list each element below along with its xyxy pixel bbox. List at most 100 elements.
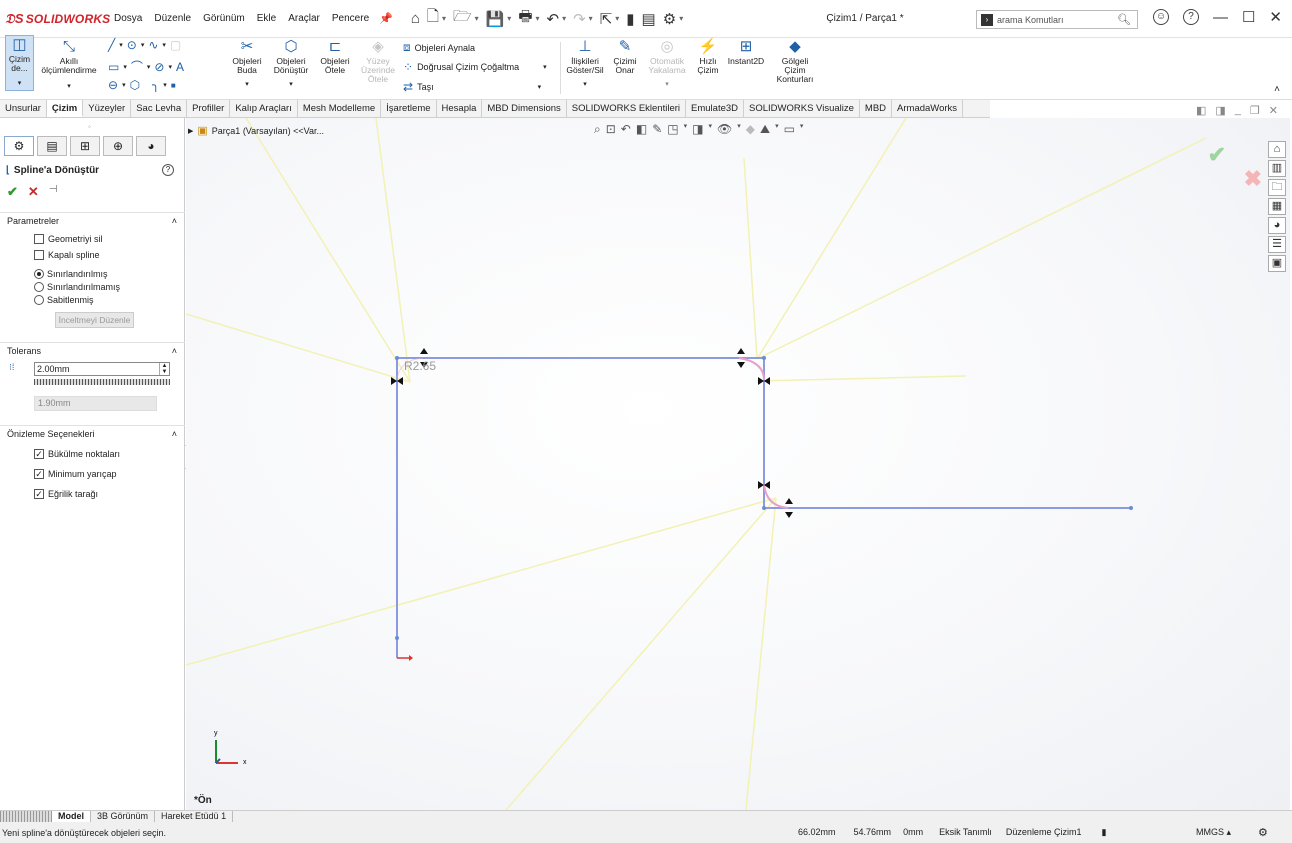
- preview-options-header[interactable]: Önizleme Seçenekleri ˄: [0, 425, 185, 441]
- zoom-to-fit-icon[interactable]: ⌕: [594, 122, 601, 137]
- solidworks-resources-icon[interactable]: ⌂: [1268, 141, 1286, 158]
- ellipse-icon[interactable]: ⊘: [154, 60, 164, 74]
- fixed-radio[interactable]: Sabitlenmiş: [34, 293, 185, 306]
- tab-mbd-dimensions[interactable]: MBD Dimensions: [482, 100, 567, 117]
- circle-dropdown-icon[interactable]: ▾: [141, 41, 145, 49]
- edit-appearance-icon[interactable]: ◆: [746, 122, 755, 137]
- radio-dot[interactable]: [34, 294, 44, 305]
- zoom-area-icon[interactable]: ⊡: [606, 122, 616, 137]
- doc-minimize-icon[interactable]: _: [1235, 104, 1241, 117]
- collapse-caret-icon[interactable]: ˄: [172, 346, 177, 356]
- repair-sketch-button[interactable]: ✎ Çizimi Onar: [610, 38, 640, 75]
- property-manager-tab-icon[interactable]: ▤: [37, 136, 67, 156]
- account-icon[interactable]: ☺: [1152, 9, 1169, 25]
- point-icon[interactable]: ▢: [170, 38, 181, 52]
- offset-entities-button[interactable]: ⊏ Objeleri Ötele: [316, 38, 354, 75]
- expand-tree-icon[interactable]: ▶: [188, 127, 193, 135]
- linear-pattern-button[interactable]: ⁘ Doğrusal Çizim Çoğaltma ▾: [403, 60, 547, 74]
- tab-motion-study[interactable]: Hareket Etüdü 1: [155, 811, 234, 822]
- tab-sheet-metal[interactable]: Sac Levha: [131, 100, 188, 117]
- keep-visible-pin-icon[interactable]: ⊣: [49, 184, 58, 200]
- solidworks-forum-icon[interactable]: ▣: [1268, 255, 1286, 272]
- ok-check-icon[interactable]: ✔: [7, 184, 18, 200]
- apply-scene-dropdown-icon[interactable]: ▾: [775, 122, 779, 137]
- menu-file[interactable]: Dosya: [114, 13, 142, 24]
- view-settings-dropdown-icon[interactable]: ▾: [800, 122, 804, 137]
- dimxpert-tab-icon[interactable]: ⊕: [103, 136, 133, 156]
- print-icon[interactable]: 🖶: [518, 6, 532, 31]
- close-window-icon[interactable]: ✕: [1269, 8, 1282, 26]
- confirmation-cancel-icon[interactable]: ✖: [1244, 166, 1262, 192]
- fillet-curve[interactable]: [763, 483, 789, 509]
- doc-close-icon[interactable]: ✕: [1269, 104, 1278, 117]
- home-icon[interactable]: ⌂: [411, 10, 420, 27]
- tile-left-icon[interactable]: ◧: [1196, 104, 1206, 117]
- radio-dot[interactable]: [34, 268, 44, 279]
- sketch-point[interactable]: [1129, 506, 1133, 510]
- tolerance-input[interactable]: 2.00mm ▲ ▼: [34, 362, 170, 376]
- tab-solidworks-addins[interactable]: SOLIDWORKS Eklentileri: [567, 100, 687, 117]
- hide-show-items-icon[interactable]: 👁︎: [717, 122, 732, 137]
- checkbox-box[interactable]: [34, 234, 44, 244]
- new-dropdown-icon[interactable]: ▾: [442, 14, 446, 23]
- tab-armadaworks[interactable]: ArmadaWorks: [892, 100, 964, 117]
- new-document-icon[interactable]: 🗋: [427, 6, 439, 31]
- convert-entities-button[interactable]: ⬡ Objeleri Dönüştür ▾: [268, 38, 314, 89]
- tab-solidworks-visualize[interactable]: SOLIDWORKS Visualize: [744, 100, 860, 117]
- menu-window[interactable]: Pencere: [332, 13, 369, 24]
- sketch-dropdown-icon[interactable]: ▾: [6, 79, 33, 88]
- open-icon[interactable]: 🗁: [453, 6, 472, 31]
- smart-dimension-dropdown-icon[interactable]: ▾: [38, 82, 100, 91]
- search-icon[interactable]: 🔍︎: [1117, 13, 1131, 26]
- tab-sketch[interactable]: Çizim: [46, 100, 84, 117]
- feature-manager-tab-icon[interactable]: ⚙: [4, 136, 34, 156]
- tolerance-spinner-icon[interactable]: ▲ ▼: [159, 363, 169, 375]
- radius-dimension-label[interactable]: R2.65: [404, 359, 436, 373]
- slot-icon[interactable]: ⊖: [108, 78, 118, 92]
- tab-features[interactable]: Unsurlar: [0, 100, 47, 117]
- trim-entities-button[interactable]: ✂ Objeleri Buda ▾: [228, 38, 266, 89]
- options-gear-icon[interactable]: ⚙: [663, 10, 676, 28]
- appearances-scenes-icon[interactable]: ◕: [1268, 217, 1286, 234]
- rebuild-indicator-icon[interactable]: ▮: [1101, 827, 1106, 838]
- ellipse-dropdown-icon[interactable]: ▾: [168, 63, 172, 71]
- file-properties-icon[interactable]: ▤: [642, 10, 656, 28]
- circle-icon[interactable]: ⊙: [127, 38, 137, 52]
- collapse-caret-icon[interactable]: ˄: [172, 429, 177, 439]
- view-palette-icon[interactable]: ▦: [1268, 198, 1286, 215]
- arc-dropdown-icon[interactable]: ▾: [147, 63, 151, 71]
- display-relations-button[interactable]: ⊥ İlişkileri Göster/Sil ▾: [564, 38, 606, 89]
- instant2d-button[interactable]: ⊞ Instant2D: [724, 38, 768, 66]
- doc-restore-icon[interactable]: ❐: [1250, 104, 1260, 117]
- collapse-caret-icon[interactable]: ˄: [172, 216, 177, 226]
- mirror-entities-button[interactable]: ⧈ Objeleri Aynala: [403, 40, 475, 55]
- minimize-icon[interactable]: —: [1213, 9, 1228, 26]
- view-orientation-dropdown-icon[interactable]: ▾: [684, 122, 688, 137]
- save-dropdown-icon[interactable]: ▾: [507, 14, 511, 23]
- undo-icon[interactable]: ↶: [547, 10, 560, 28]
- display-style-dropdown-icon[interactable]: ▾: [708, 122, 712, 137]
- fillet-icon[interactable]: ╮: [152, 78, 159, 92]
- rapid-sketch-button[interactable]: ⚡ Hızlı Çizim: [694, 38, 722, 75]
- plane-icon[interactable]: ■: [171, 81, 176, 90]
- select-dropdown-icon[interactable]: ▾: [615, 14, 619, 23]
- tab-mesh-modeling[interactable]: Mesh Modelleme: [298, 100, 382, 117]
- menu-edit[interactable]: Düzenle: [154, 13, 191, 24]
- line-icon[interactable]: ╱: [108, 38, 115, 52]
- tile-right-icon[interactable]: ◨: [1215, 104, 1225, 117]
- maximize-icon[interactable]: ☐: [1242, 8, 1255, 26]
- customize-status-icon[interactable]: ⚙: [1258, 826, 1268, 839]
- unit-system-selector[interactable]: MMGS ▴: [1196, 827, 1231, 838]
- file-explorer-icon[interactable]: 🗀: [1268, 179, 1286, 196]
- custom-properties-icon[interactable]: ☰: [1268, 236, 1286, 253]
- tab-evaluate[interactable]: Hesapla: [437, 100, 483, 117]
- quick-snaps-dropdown-icon[interactable]: ▾: [645, 80, 689, 89]
- panel-grip-icon[interactable]: ◦: [88, 122, 91, 131]
- apply-scene-icon[interactable]: ⛰: [760, 122, 770, 137]
- tab-mold-tools[interactable]: Kalıp Araçları: [230, 100, 298, 117]
- tweak-button[interactable]: İnceltmeyi Düzenle: [55, 312, 134, 328]
- delete-geometry-checkbox[interactable]: Geometriyi sil: [34, 231, 185, 247]
- spline-icon[interactable]: ∿: [148, 38, 158, 52]
- tab-mbd[interactable]: MBD: [860, 100, 893, 117]
- curvature-comb-checkbox[interactable]: ✓ Eğrilik tarağı: [34, 484, 185, 504]
